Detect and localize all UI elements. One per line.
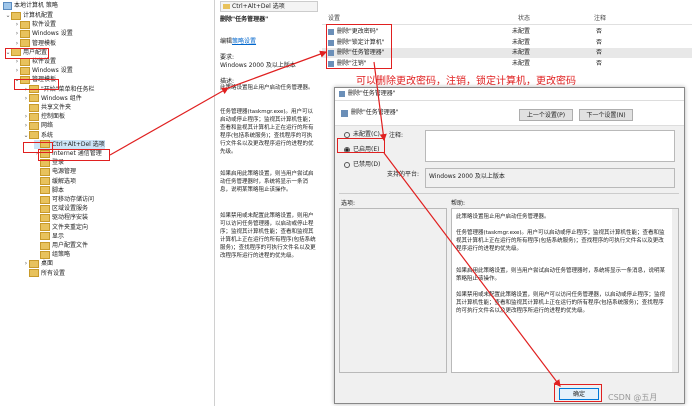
annotation-arrows xyxy=(109,50,561,387)
watermark: CSDN @五月 xyxy=(608,393,658,402)
